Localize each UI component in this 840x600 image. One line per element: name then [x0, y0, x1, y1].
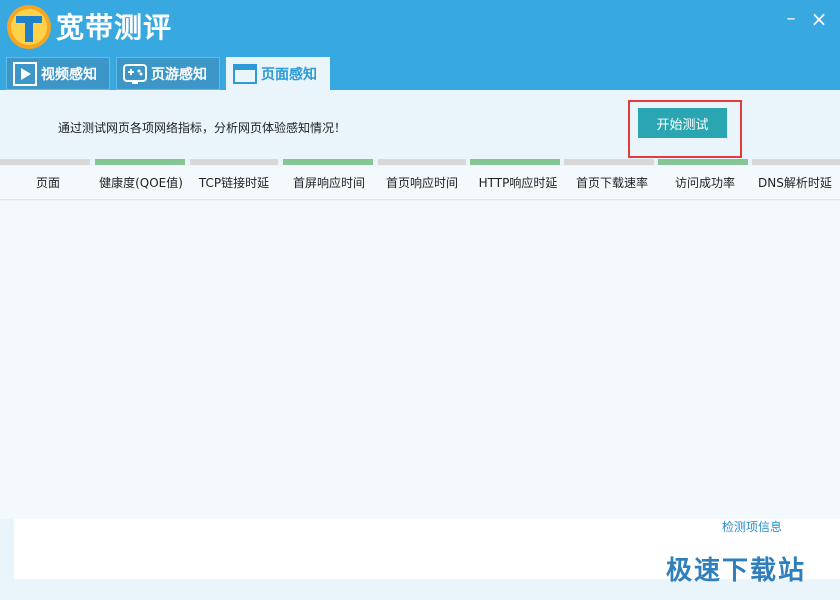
minimize-button[interactable]: –: [780, 8, 802, 30]
column-header-http-latency[interactable]: HTTP响应时延: [470, 166, 566, 200]
tab-label: 视频感知: [41, 66, 97, 83]
tab-game-perception[interactable]: 页游感知: [116, 57, 220, 90]
tab-label: 页面感知: [261, 67, 317, 83]
column-header-tcp-latency[interactable]: TCP链接时延: [188, 166, 280, 200]
column-strip: [283, 159, 373, 165]
column-header-qoe[interactable]: 健康度(QOE值): [92, 166, 190, 200]
description-text: 通过测试网页各项网络指标，分析网页体验感知情况！: [58, 121, 347, 135]
gamepad-icon: [123, 63, 147, 84]
start-test-button[interactable]: 开始测试: [638, 108, 727, 138]
app-logo-icon: [7, 5, 51, 49]
column-strip: [190, 159, 278, 165]
column-strip: [658, 159, 748, 165]
tab-page-perception[interactable]: 页面感知: [226, 57, 330, 91]
column-strip: [470, 159, 560, 165]
column-header-download-rate[interactable]: 首页下载速率: [564, 166, 660, 200]
tab-label: 页游感知: [151, 66, 207, 83]
table-header: 页面 健康度(QOE值) TCP链接时延 首屏响应时间 首页响应时间 HTTP响…: [0, 166, 840, 200]
column-header-dns-latency[interactable]: DNS解析时延: [752, 166, 840, 200]
browser-window-icon: [233, 64, 257, 84]
column-strip: [95, 159, 185, 165]
column-strip: [752, 159, 840, 165]
column-header-homepage-response[interactable]: 首页响应时间: [376, 166, 468, 200]
close-button[interactable]: ×: [808, 8, 830, 30]
page-perception-panel: 通过测试网页各项网络指标，分析网页体验感知情况！ 开始测试 页面 健康度(QOE…: [0, 90, 840, 600]
watermark-logo: 极速下载站: [666, 556, 807, 586]
play-icon: [13, 61, 37, 86]
results-table-body: [0, 201, 840, 519]
column-header-success-rate[interactable]: 访问成功率: [658, 166, 752, 200]
detection-info-link[interactable]: 检测项信息: [722, 519, 782, 535]
column-strip: [0, 159, 90, 165]
column-strip: [378, 159, 466, 165]
column-strip: [564, 159, 654, 165]
tab-video-perception[interactable]: 视频感知: [6, 57, 110, 90]
column-header-first-screen[interactable]: 首屏响应时间: [282, 166, 376, 200]
column-header-page[interactable]: 页面: [0, 166, 96, 200]
app-title: 宽带测评: [56, 11, 173, 44]
